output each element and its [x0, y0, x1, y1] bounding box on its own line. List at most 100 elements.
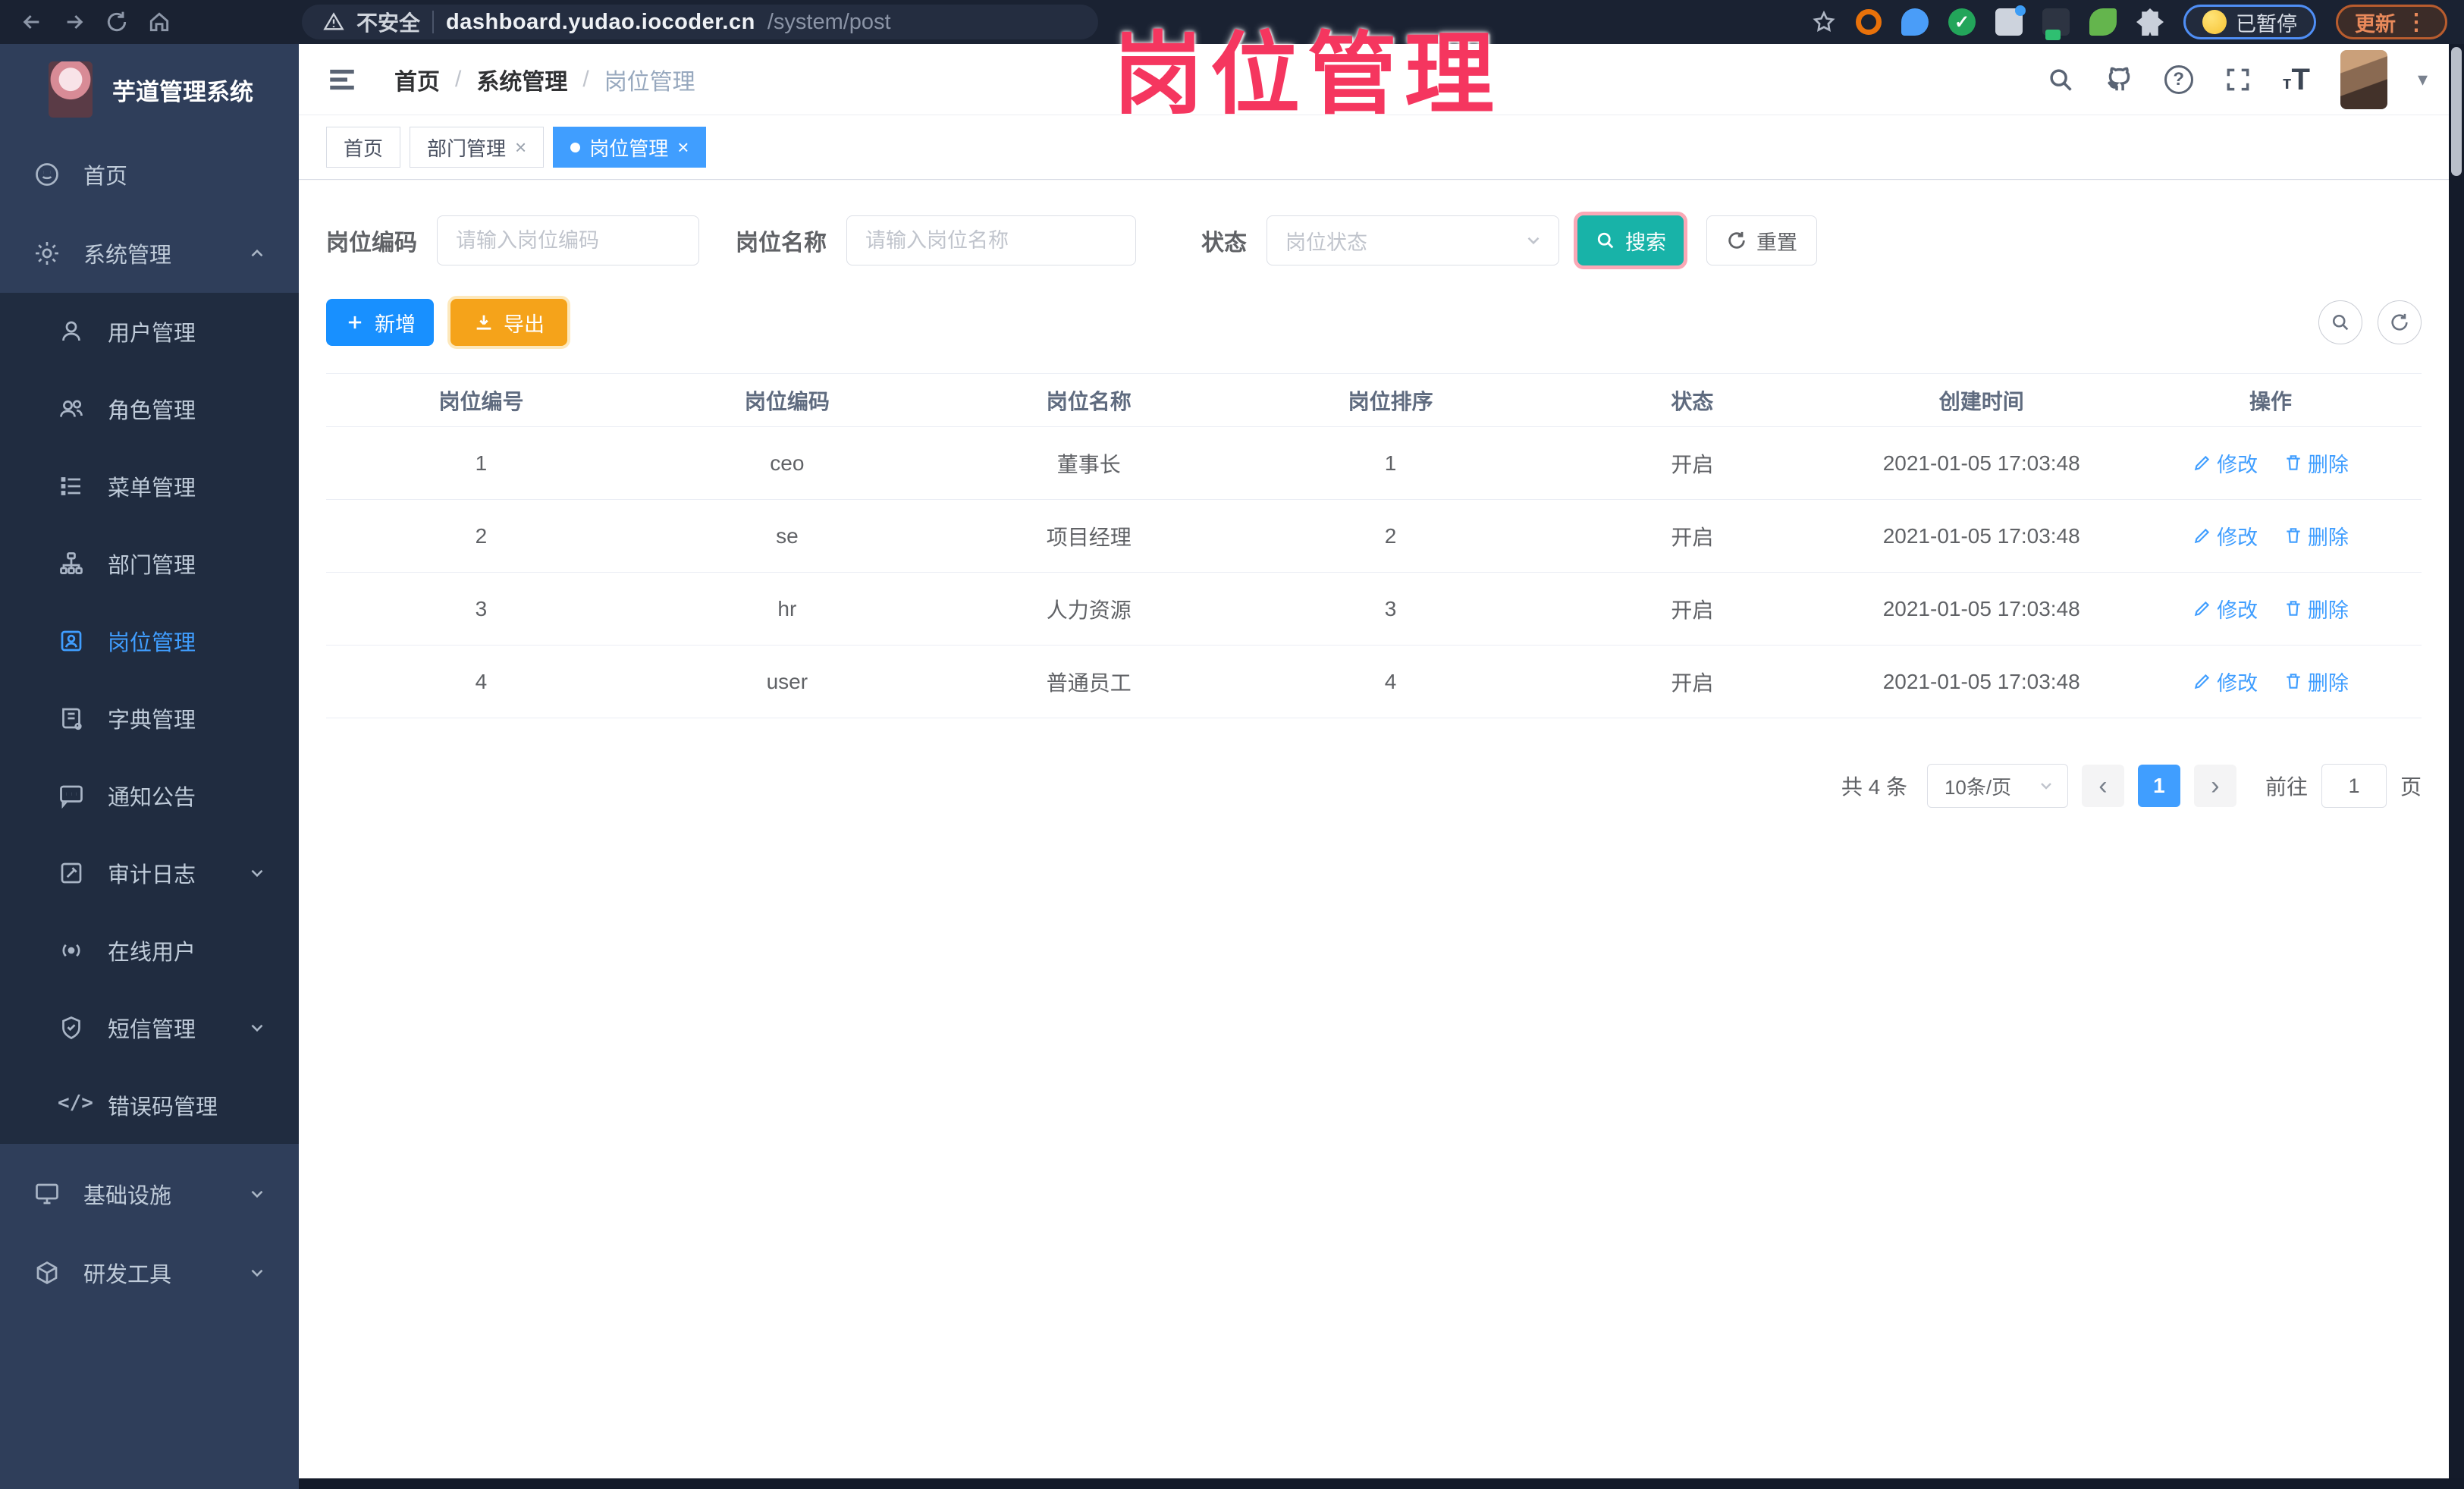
back-icon[interactable] [11, 10, 53, 34]
sidebar-item-online-users[interactable]: 在线用户 [0, 912, 299, 989]
app-logo-row[interactable]: 芋道管理系统 [0, 44, 299, 135]
kebab-menu-icon[interactable]: ⋮ [2405, 9, 2428, 36]
online-signal-icon [58, 937, 85, 964]
cell-post-status: 开启 [1541, 645, 1844, 718]
sidebar-item-audit-log[interactable]: 审计日志 [0, 834, 299, 912]
post-name-label: 岗位名称 [736, 231, 827, 256]
page-size-select[interactable]: 10条/页 [1926, 764, 2068, 808]
sidebar-item-departments[interactable]: 部门管理 [0, 525, 299, 602]
puzzle-extension-icon[interactable] [2136, 8, 2164, 36]
extension-icon[interactable]: ✓ [1948, 8, 1976, 36]
add-button[interactable]: 新增 [326, 299, 434, 346]
extension-icon[interactable] [1901, 8, 1929, 36]
chevron-up-icon [247, 243, 267, 263]
user-avatar[interactable] [2340, 49, 2387, 109]
window-bottom-edge [299, 1478, 2464, 1489]
address-bar[interactable]: 不安全 dashboard.yudao.iocoder.cn/system/po… [302, 5, 1098, 39]
search-button[interactable]: 搜索 [1577, 215, 1684, 265]
delete-link[interactable]: 删除 [2284, 594, 2349, 624]
extension-icon[interactable] [2042, 8, 2070, 40]
cell-post-code: user [636, 645, 938, 718]
update-browser-button[interactable]: 更新 ⋮ [2336, 5, 2447, 39]
hamburger-menu-icon[interactable] [326, 64, 358, 96]
update-label: 更新 [2355, 12, 2396, 36]
cell-post-id: 1 [326, 426, 636, 500]
bookmark-star-icon[interactable] [1812, 10, 1836, 34]
extension-icon[interactable] [2089, 8, 2117, 36]
breadcrumb-section[interactable]: 系统管理 [476, 63, 567, 96]
sidebar: 芋道管理系统 首页 系统管理 用户管理 角色管理 菜单管理 部门管理 岗位管理 … [0, 44, 299, 1489]
help-icon[interactable]: ? [2164, 64, 2193, 94]
delete-link[interactable]: 删除 [2284, 667, 2349, 696]
caret-down-icon[interactable]: ▾ [2418, 68, 2428, 91]
monitor-icon [33, 1180, 61, 1208]
edit-link-label: 修改 [2217, 526, 2258, 549]
status-select[interactable]: 岗位状态 [1267, 215, 1559, 265]
search-icon[interactable] [2046, 65, 2075, 94]
home-icon[interactable] [138, 10, 180, 34]
cell-post-sort: 1 [1239, 426, 1542, 500]
sidebar-item-dict[interactable]: 字典管理 [0, 680, 299, 757]
close-icon[interactable]: × [677, 136, 689, 159]
sidebar-item-label: 角色管理 [108, 399, 196, 423]
list-icon [58, 473, 85, 500]
goto-page-input[interactable] [2321, 764, 2387, 808]
sidebar-item-system[interactable]: 系统管理 [0, 214, 299, 293]
forward-icon[interactable] [53, 10, 96, 34]
sidebar-item-notices[interactable]: 通知公告 [0, 757, 299, 834]
delete-link[interactable]: 删除 [2284, 521, 2349, 551]
scrollbar-thumb[interactable] [2451, 47, 2462, 176]
edit-link[interactable]: 修改 [2192, 594, 2258, 624]
edit-link[interactable]: 修改 [2192, 448, 2258, 478]
tab-departments[interactable]: 部门管理 × [410, 127, 545, 168]
not-secure-warning-icon [323, 11, 344, 33]
browser-scrollbar[interactable] [2449, 44, 2464, 1489]
table-toolbar: 新增 导出 [326, 299, 2422, 346]
edit-link[interactable]: 修改 [2192, 521, 2258, 551]
github-icon[interactable] [2105, 65, 2134, 94]
fullscreen-icon[interactable] [2224, 65, 2252, 94]
column-header: 岗位名称 [937, 373, 1240, 427]
tab-home[interactable]: 首页 [326, 127, 401, 168]
sidebar-item-infrastructure[interactable]: 基础设施 [0, 1154, 299, 1233]
prev-page-button[interactable]: ‹ [2081, 765, 2124, 807]
code-icon: </> [58, 1092, 93, 1114]
close-icon[interactable]: × [515, 136, 526, 159]
post-code-input[interactable] [437, 215, 699, 265]
post-name-input[interactable] [846, 215, 1136, 265]
extension-icon[interactable] [1856, 9, 1882, 35]
sidebar-item-dev-tools[interactable]: 研发工具 [0, 1233, 299, 1312]
toggle-search-button[interactable] [2318, 300, 2362, 344]
table-row: 3 hr 人力资源 3 开启 2021-01-05 17:03:48 修改 删除 [326, 572, 2422, 646]
extension-icon[interactable] [1995, 5, 2026, 36]
delete-link[interactable]: 删除 [2284, 448, 2349, 478]
sidebar-item-posts[interactable]: 岗位管理 [0, 602, 299, 680]
delete-link-label: 删除 [2307, 671, 2349, 695]
reload-icon[interactable] [96, 10, 138, 34]
breadcrumb-home[interactable]: 首页 [394, 63, 440, 96]
page-number-button[interactable]: 1 [2137, 765, 2180, 807]
font-size-icon[interactable]: тT [2283, 64, 2310, 95]
sidebar-item-menus[interactable]: 菜单管理 [0, 448, 299, 525]
column-header: 岗位排序 [1239, 373, 1542, 427]
refresh-button[interactable] [2378, 300, 2422, 344]
posts-table: 岗位编号 岗位编码 岗位名称 岗位排序 状态 创建时间 操作 1 ceo 董事长… [326, 373, 2422, 718]
sidebar-item-error-codes[interactable]: </> 错误码管理 [0, 1066, 299, 1144]
reset-button[interactable]: 重置 [1706, 215, 1817, 265]
paused-extension-badge[interactable]: 已暂停 [2183, 5, 2316, 39]
tab-posts-active[interactable]: 岗位管理 × [553, 127, 707, 168]
org-tree-icon [58, 550, 85, 577]
sidebar-item-home[interactable]: 首页 [0, 135, 299, 214]
cell-post-code: hr [636, 572, 938, 646]
export-button[interactable]: 导出 [450, 299, 567, 346]
page-unit-label: 页 [2400, 775, 2422, 799]
column-header: 创建时间 [1843, 373, 2120, 427]
sidebar-item-roles[interactable]: 角色管理 [0, 370, 299, 448]
next-page-button[interactable]: › [2193, 765, 2236, 807]
chevron-down-icon [247, 1184, 267, 1204]
edit-link[interactable]: 修改 [2192, 667, 2258, 696]
sidebar-item-users[interactable]: 用户管理 [0, 293, 299, 370]
cell-created-time: 2021-01-05 17:03:48 [1843, 499, 2120, 573]
table-row: 1 ceo 董事长 1 开启 2021-01-05 17:03:48 修改 删除 [326, 426, 2422, 500]
sidebar-item-sms[interactable]: 短信管理 [0, 989, 299, 1066]
